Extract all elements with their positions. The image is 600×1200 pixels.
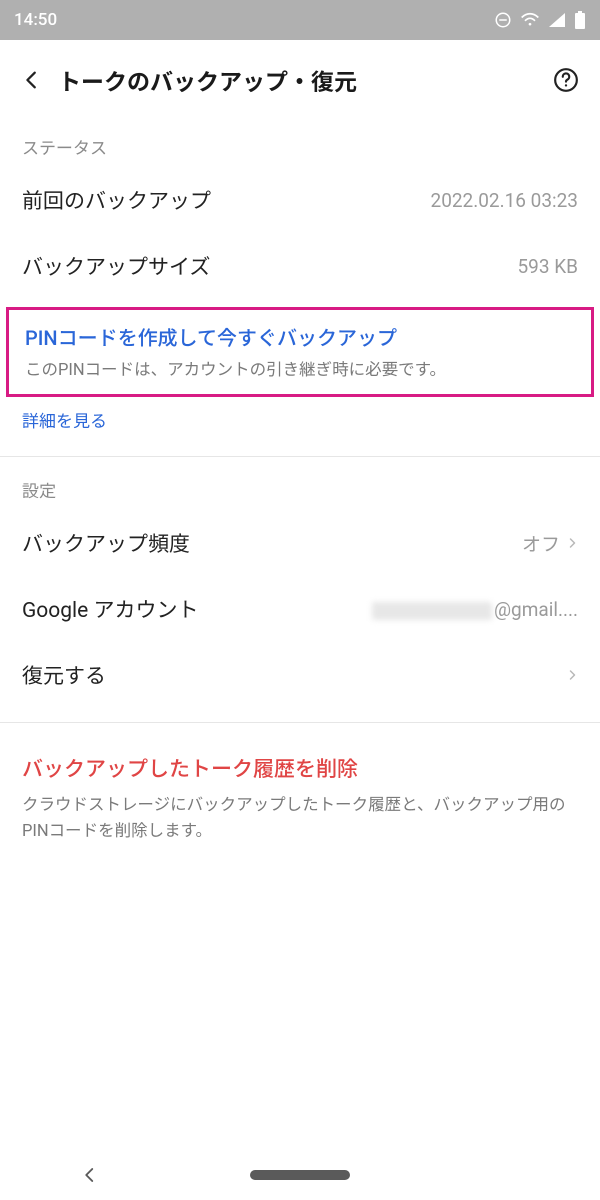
backup-frequency-value-text: オフ xyxy=(522,530,560,557)
backup-frequency-value: オフ xyxy=(522,530,578,557)
row-google-account[interactable]: Google アカウント @gmail.... xyxy=(0,576,600,642)
chevron-left-icon xyxy=(21,69,43,91)
delete-backup-subtitle: クラウドストレージにバックアップしたトーク履歴と、バックアップ用のPINコードを… xyxy=(22,793,578,844)
section-label-settings: 設定 xyxy=(0,463,600,510)
last-backup-label: 前回のバックアップ xyxy=(22,185,211,215)
restore-chevron-wrap xyxy=(566,667,578,683)
page-title: トークのバックアップ・復元 xyxy=(58,63,548,97)
google-account-value: @gmail.... xyxy=(372,598,578,621)
status-time: 14:50 xyxy=(14,10,57,30)
section-label-status: ステータス xyxy=(0,120,600,167)
backup-frequency-label: バックアップ頻度 xyxy=(22,528,190,558)
status-icons xyxy=(494,11,586,29)
back-button[interactable] xyxy=(10,58,54,102)
system-nav-bar xyxy=(0,1150,600,1200)
row-restore[interactable]: 復元する xyxy=(0,642,600,708)
pin-backup-button[interactable]: PINコードを作成して今すぐバックアップ このPINコードは、アカウントの引き継… xyxy=(6,307,594,397)
battery-icon xyxy=(574,11,586,29)
dnd-icon xyxy=(494,11,512,29)
nav-back-button[interactable] xyxy=(70,1166,110,1184)
help-button[interactable] xyxy=(548,62,584,98)
obscured-email-prefix xyxy=(372,602,492,620)
restore-label: 復元する xyxy=(22,660,106,690)
divider xyxy=(0,456,600,457)
last-backup-value: 2022.02.16 03:23 xyxy=(431,189,578,212)
row-backup-frequency[interactable]: バックアップ頻度 オフ xyxy=(0,510,600,576)
nav-home-pill[interactable] xyxy=(250,1170,350,1180)
signal-icon xyxy=(548,12,566,28)
google-account-label: Google アカウント xyxy=(22,594,199,624)
nav-back-icon xyxy=(81,1166,99,1184)
divider xyxy=(0,722,600,723)
header: トークのバックアップ・復元 xyxy=(0,40,600,120)
chevron-right-icon xyxy=(566,667,578,683)
backup-size-label: バックアップサイズ xyxy=(22,251,210,281)
wifi-icon xyxy=(520,12,540,28)
delete-backup-button[interactable]: バックアップしたトーク履歴を削除 クラウドストレージにバックアップしたトーク履歴… xyxy=(0,729,600,854)
pin-backup-title: PINコードを作成して今すぐバックアップ xyxy=(25,322,575,351)
pin-backup-subtitle: このPINコードは、アカウントの引き継ぎ時に必要です。 xyxy=(25,359,575,382)
row-backup-size: バックアップサイズ 593 KB xyxy=(0,233,600,299)
row-last-backup: 前回のバックアップ 2022.02.16 03:23 xyxy=(0,167,600,233)
delete-backup-title: バックアップしたトーク履歴を削除 xyxy=(22,753,578,783)
backup-size-value: 593 KB xyxy=(517,255,578,278)
chevron-right-icon xyxy=(566,535,578,551)
details-link[interactable]: 詳細を見る xyxy=(0,397,600,450)
help-icon xyxy=(553,67,579,93)
google-account-suffix: @gmail.... xyxy=(494,598,578,621)
status-bar: 14:50 xyxy=(0,0,600,40)
